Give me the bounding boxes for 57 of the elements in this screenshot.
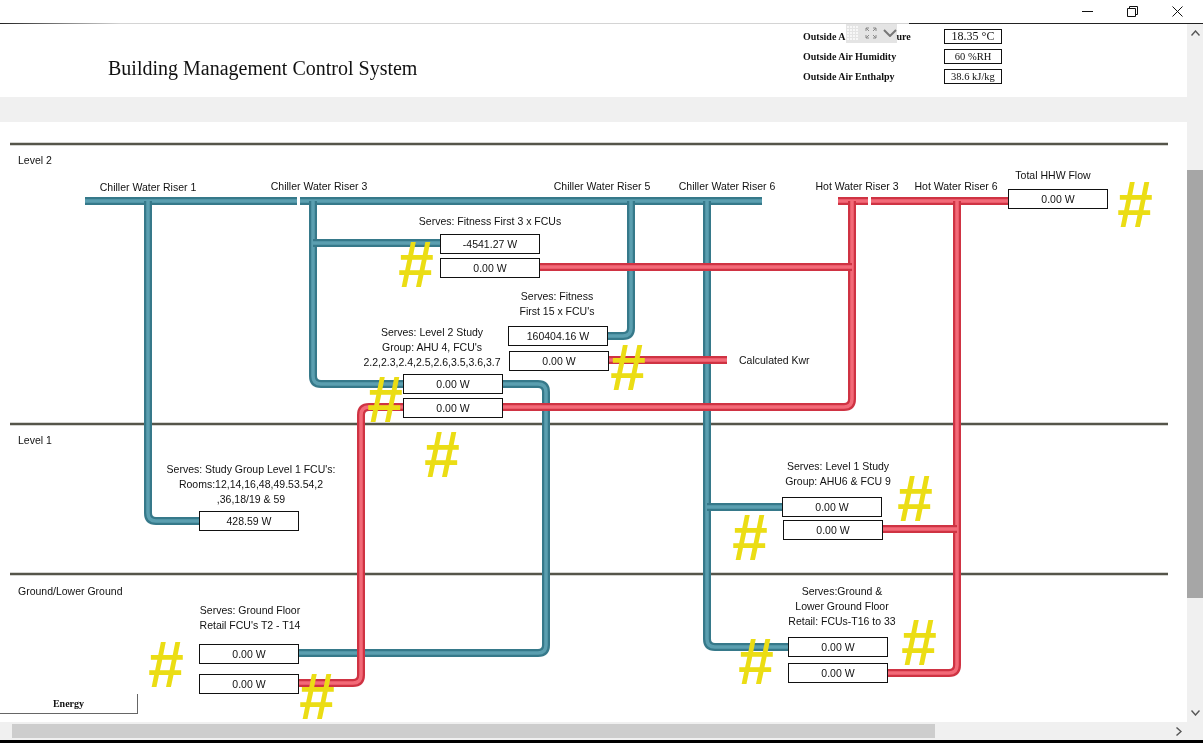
app-title: Building Management Control System <box>108 57 418 79</box>
total-flow-label: Total HHW Flow <box>1015 168 1091 183</box>
riser-label: Hot Water Riser 3 <box>815 179 899 194</box>
riser-label: Chiller Water Riser 3 <box>270 179 368 194</box>
chevron-up-icon[interactable] <box>1190 30 1200 36</box>
expand-icon[interactable] <box>864 27 877 39</box>
value-display: 0.00 W <box>783 520 883 540</box>
hash-mark: # <box>1116 180 1152 230</box>
level-label: Level 2 <box>18 153 52 167</box>
outside-air-label: Outside Air Humidity <box>803 50 897 62</box>
outside-air-label: Outside Air Enthalpy <box>803 70 895 82</box>
value-display: 0.00 W <box>440 258 540 278</box>
riser-label: Chiller Water Riser 5 <box>553 179 651 194</box>
riser-label: Hot Water Riser 6 <box>914 179 998 194</box>
outside-air-label: ure <box>896 30 911 42</box>
hash-mark: # <box>731 513 767 563</box>
value-display: 0.00 W <box>788 663 888 683</box>
value-display: 0.00 W <box>1008 189 1108 209</box>
riser-label: Chiller Water Riser 1 <box>99 180 197 195</box>
hash-mark: # <box>423 430 459 480</box>
hash-mark: # <box>900 618 936 668</box>
outside-air-label: Outside A <box>803 30 846 42</box>
outside-air-value: 38.6 kJ/kg <box>944 68 1002 84</box>
chevron-right-icon[interactable] <box>1176 726 1182 736</box>
level-label: Level 1 <box>18 433 52 447</box>
load-description: Serves:Ground & Lower Ground Floor Retail: FCUs-T16 to 33 <box>788 584 896 629</box>
hash-mark: # <box>147 640 183 690</box>
load-description: Serves: Level 2 Study Group: AHU 4, FCU's 2.2,2.3,2.4,2.5,2.6,3.5,3.6,3.7 <box>363 325 501 370</box>
value-display: 0.00 W <box>782 497 882 517</box>
value-display: 0.00 W <box>199 674 299 694</box>
outside-air-value: 18.35 °C <box>944 28 1002 44</box>
value-display: 0.00 W <box>403 398 503 418</box>
value-display: -4541.27 W <box>440 234 540 254</box>
scrollbar-thumb[interactable] <box>12 724 935 738</box>
value-display: 0.00 W <box>509 351 609 371</box>
outside-air-value: 60 %RH <box>944 48 1002 64</box>
close-icon[interactable] <box>1172 6 1183 17</box>
note-label: Calculated Kwr <box>739 353 810 367</box>
sheet-tab[interactable]: Energy <box>0 694 138 714</box>
scrollbar-thumb[interactable] <box>1187 170 1203 598</box>
value-display: 428.59 W <box>199 511 299 531</box>
chevron-down-icon[interactable] <box>1190 710 1200 716</box>
value-display: 160404.16 W <box>508 326 608 346</box>
hash-mark: # <box>397 240 433 290</box>
restore-icon[interactable] <box>1127 6 1138 17</box>
load-description: Serves: Fitness First 3 x FCUs <box>418 214 562 229</box>
load-description: Serves: Fitness First 15 x FCU's <box>519 289 595 319</box>
value-display: 0.00 W <box>403 374 503 394</box>
load-description: Serves: Study Group Level 1 FCU's: Rooms:12,14,16,48,49.53.54,2 ,36,18/19 & 59 <box>166 462 336 507</box>
level-label: Ground/Lower Ground <box>18 584 123 598</box>
value-display: 0.00 W <box>788 637 888 657</box>
chevron-down-icon[interactable] <box>882 29 897 37</box>
value-display: 0.00 W <box>199 644 299 664</box>
load-description: Serves: Ground Floor Retail FCU's T2 - T14 <box>199 603 301 633</box>
riser-label: Chiller Water Riser 6 <box>678 179 776 194</box>
hash-mark: # <box>896 474 932 524</box>
load-description: Serves: Level 1 Study Group: AHU6 & FCU 9 <box>785 459 891 489</box>
